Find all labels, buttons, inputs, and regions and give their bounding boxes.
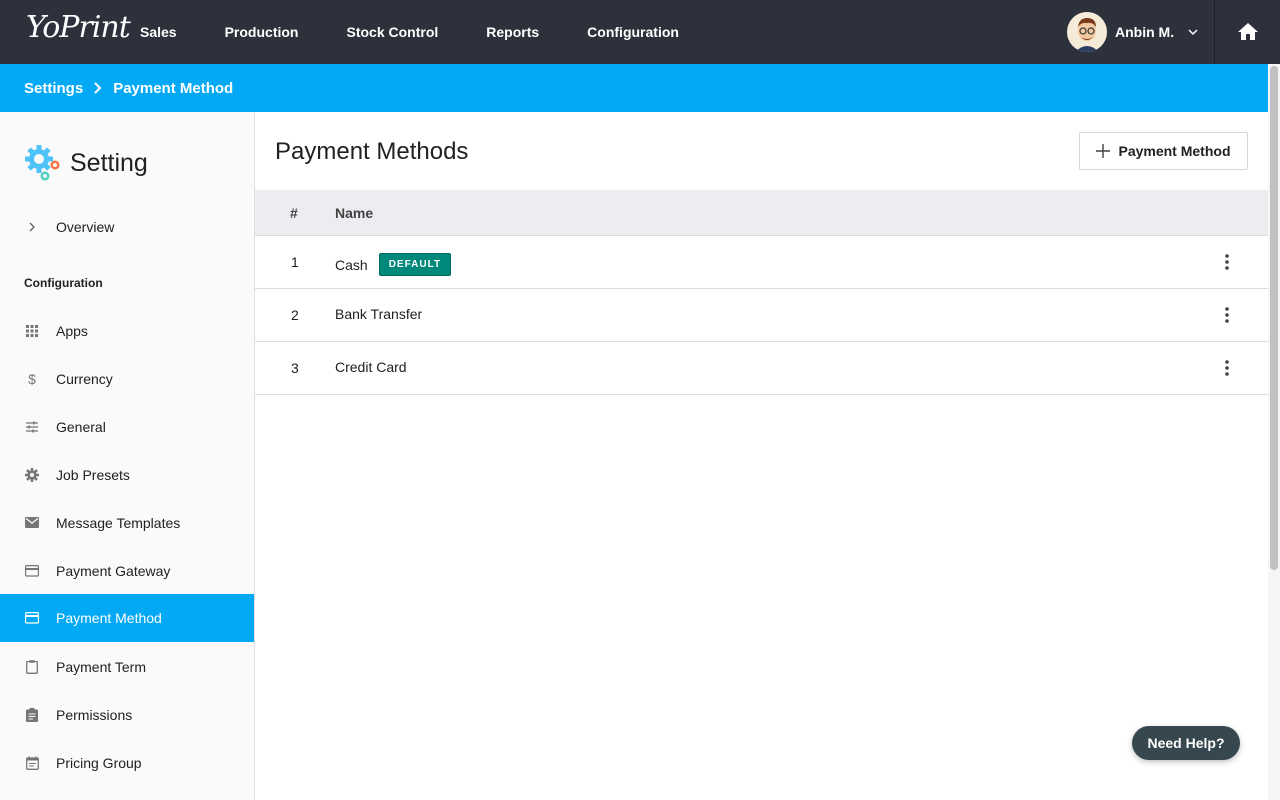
sidebar-item-label: Job Presets: [56, 467, 130, 483]
scrollbar-thumb[interactable]: [1270, 66, 1278, 570]
sidebar-item-apps[interactable]: Apps: [0, 307, 254, 355]
table-row[interactable]: 1 Cash DEFAULT: [255, 236, 1268, 289]
default-badge: DEFAULT: [378, 253, 452, 276]
sidebar-item-label: Pricing Group: [56, 755, 142, 771]
chevron-down-icon: [1188, 29, 1198, 36]
need-help-button[interactable]: Need Help?: [1132, 726, 1240, 760]
sidebar-item-currency[interactable]: $ Currency: [0, 355, 254, 403]
user-menu[interactable]: Anbin M.: [1067, 12, 1198, 52]
table-row[interactable]: 2 Bank Transfer: [255, 289, 1268, 342]
sidebar-item-label: Payment Gateway: [56, 563, 171, 579]
gears-icon: [25, 145, 60, 181]
calendar-icon: [24, 755, 40, 771]
sidebar-item-label: Apps: [56, 323, 88, 339]
nav-item-sales[interactable]: Sales: [140, 24, 177, 40]
sidebar-item-overview[interactable]: Overview: [0, 203, 254, 251]
sidebar-item-payment-term[interactable]: Payment Term: [0, 643, 254, 691]
column-header-name[interactable]: Name: [335, 205, 373, 221]
payment-method-name: Cash: [335, 256, 368, 273]
top-navbar: YoPrint Sales Production Stock Control R…: [0, 0, 1280, 64]
gear-icon: [24, 467, 40, 483]
sidebar-item-payment-gateway[interactable]: Payment Gateway: [0, 547, 254, 595]
sidebar-item-label: Currency: [56, 371, 113, 387]
table-row[interactable]: 3 Credit Card: [255, 342, 1268, 395]
sidebar-item-general[interactable]: General: [0, 403, 254, 451]
chevron-right-icon: [94, 82, 102, 94]
main-content: Payment Methods Payment Method # Name 1 …: [255, 112, 1268, 800]
breadcrumb-settings[interactable]: Settings: [24, 80, 83, 97]
credit-card-icon: [24, 610, 40, 626]
assignment-icon: [24, 707, 40, 723]
sidebar-item-label: Overview: [56, 219, 115, 235]
column-header-number: #: [290, 205, 298, 221]
sidebar-item-job-presets[interactable]: Job Presets: [0, 451, 254, 499]
sidebar-item-label: Permissions: [56, 707, 133, 723]
sidebar-header: Setting: [24, 144, 148, 182]
payment-method-name: Bank Transfer: [335, 306, 423, 322]
sidebar-item-label: Payment Term: [56, 659, 146, 675]
add-payment-method-button[interactable]: Payment Method: [1079, 132, 1248, 170]
user-avatar-icon: [1067, 12, 1107, 52]
row-number: 1: [291, 254, 299, 270]
page-title: Payment Methods: [275, 138, 469, 165]
row-name: Bank Transfer: [335, 306, 422, 322]
breadcrumb-payment-method: Payment Method: [113, 79, 234, 97]
nav-item-reports[interactable]: Reports: [486, 24, 539, 40]
sidebar-item-label: General: [56, 419, 106, 435]
payment-method-name: Credit Card: [335, 359, 407, 375]
user-name: Anbin M.: [1115, 24, 1175, 40]
settings-sidebar: Setting Overview Configuration Apps $ Cu…: [0, 112, 255, 800]
nav-item-production[interactable]: Production: [225, 24, 299, 40]
clipboard-icon: [24, 659, 40, 675]
sidebar-title: Setting: [70, 148, 148, 177]
brand-logo[interactable]: YoPrint: [26, 10, 131, 45]
dollar-icon: $: [28, 371, 36, 387]
sidebar-item-label: Payment Method: [56, 610, 162, 626]
tune-sliders-icon: [24, 419, 40, 435]
navbar-divider: [1214, 0, 1215, 64]
sidebar-section-label: Configuration: [24, 276, 103, 290]
sidebar-item-message-templates[interactable]: Message Templates: [0, 499, 254, 547]
more-vert-icon[interactable]: [1217, 252, 1237, 272]
nav-item-configuration[interactable]: Configuration: [587, 24, 679, 40]
sidebar-item-permissions[interactable]: Permissions: [0, 691, 254, 739]
row-name: Credit Card: [335, 359, 407, 375]
home-icon[interactable]: [1236, 20, 1260, 44]
sidebar-item-pricing-group[interactable]: Pricing Group: [0, 739, 254, 787]
nav-item-stock-control[interactable]: Stock Control: [346, 24, 438, 40]
chevron-right-icon: [24, 219, 40, 235]
more-vert-icon[interactable]: [1217, 305, 1237, 325]
sidebar-item-payment-method[interactable]: Payment Method: [0, 594, 254, 642]
row-number: 2: [291, 307, 299, 323]
breadcrumb: Settings Payment Method: [0, 64, 1268, 112]
credit-card-icon: [24, 563, 40, 579]
apps-grid-icon: [24, 323, 40, 339]
table-header: # Name: [255, 190, 1268, 236]
plus-icon: [1096, 144, 1111, 158]
envelope-icon: [24, 515, 40, 531]
main-nav: Sales Production Stock Control Reports C…: [140, 0, 727, 64]
row-number: 3: [291, 360, 299, 376]
add-button-label: Payment Method: [1118, 143, 1231, 159]
more-vert-icon[interactable]: [1217, 358, 1237, 378]
row-name: Cash DEFAULT: [335, 253, 452, 276]
sidebar-item-label: Message Templates: [56, 515, 181, 531]
